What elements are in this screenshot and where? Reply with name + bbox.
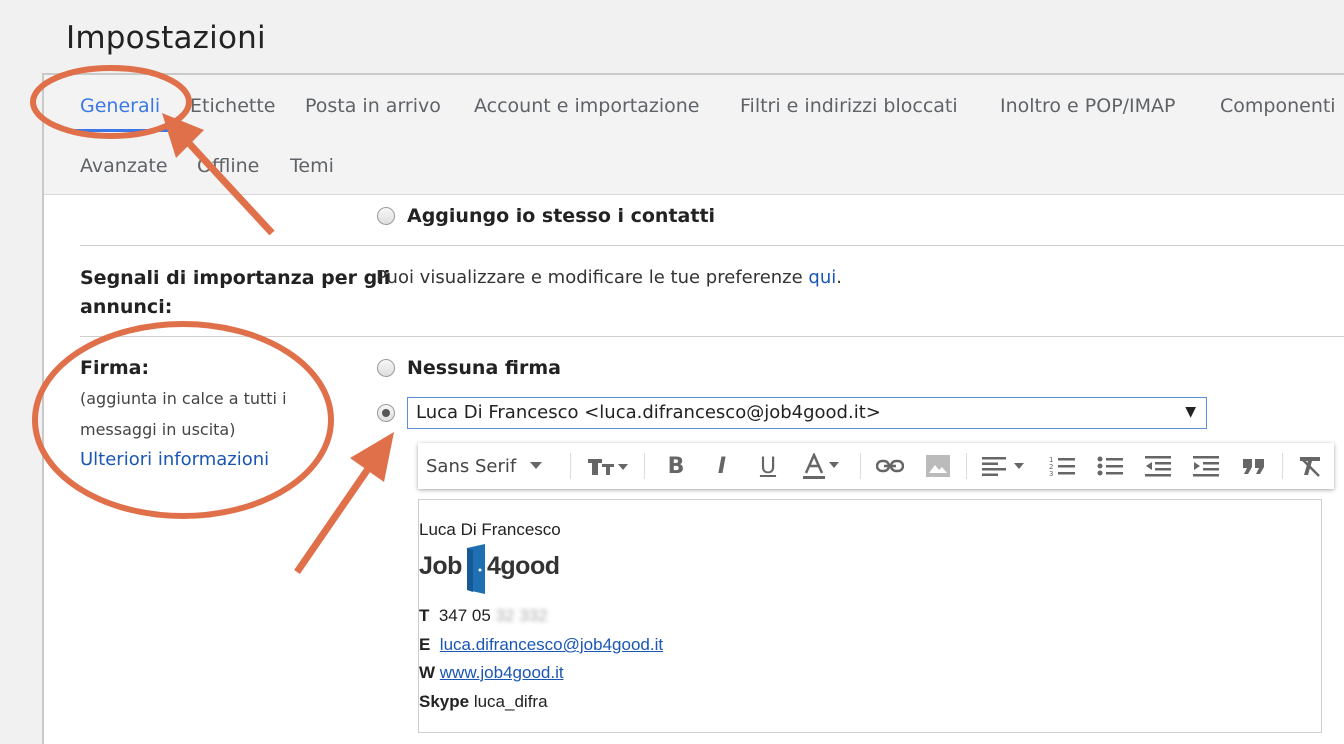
bulleted-list-icon[interactable] <box>1088 443 1132 489</box>
ads-description: Puoi visualizzare e modificare le tue pr… <box>376 267 842 288</box>
email-label: E <box>419 635 431 654</box>
tab-offline[interactable]: Offline <box>197 155 259 177</box>
divider <box>80 336 1344 337</box>
tab-etichette[interactable]: Etichette <box>190 95 276 117</box>
image-icon[interactable] <box>916 443 960 489</box>
numbered-list-icon[interactable]: 123 <box>1040 443 1084 489</box>
font-size-icon-glyph <box>588 459 628 475</box>
tab-componenti[interactable]: Componenti <box>1220 95 1336 117</box>
toolbar-separator <box>1282 453 1283 479</box>
signature-desc-line2: messaggi in uscita) <box>80 420 236 439</box>
indent-more-icon[interactable] <box>1184 443 1228 489</box>
chevron-down-icon <box>530 462 543 469</box>
remove-formatting-icon[interactable] <box>1288 443 1332 489</box>
tab-generali[interactable]: Generali <box>80 95 160 117</box>
remove-formatting-icon-glyph <box>1300 457 1320 477</box>
page-title: Impostazioni <box>66 20 266 56</box>
text-color-icon[interactable] <box>792 443 854 489</box>
indent-less-icon[interactable] <box>1136 443 1180 489</box>
quote-icon[interactable] <box>1232 443 1276 489</box>
signature-web: W www.job4good.it <box>419 663 564 683</box>
signature-desc-line1: (aggiunta in calce a tutti i <box>80 389 287 408</box>
signature-email: E luca.difrancesco@job4good.it <box>419 635 663 655</box>
email-link[interactable]: luca.difrancesco@job4good.it <box>440 635 663 654</box>
numbered-list-icon-glyph: 123 <box>1049 456 1075 477</box>
font-family-dropdown[interactable]: Sans Serif <box>426 443 566 489</box>
ads-label-line2: annunci: <box>80 296 173 318</box>
skype-label: Skype <box>419 692 470 711</box>
signature-account-radio[interactable] <box>377 404 395 422</box>
bold-icon[interactable]: B <box>654 443 698 489</box>
skype-value: luca_difra <box>473 692 548 711</box>
no-signature-label: Nessuna firma <box>407 357 561 379</box>
toolbar-separator <box>644 453 645 479</box>
active-tab-indicator <box>68 129 168 132</box>
web-link[interactable]: www.job4good.it <box>440 663 564 682</box>
align-icon[interactable] <box>974 443 1036 489</box>
tab-account-importazione[interactable]: Account e importazione <box>474 95 699 117</box>
web-label: W <box>419 663 436 682</box>
signature-name: Luca Di Francesco <box>419 520 561 539</box>
italic-icon[interactable]: I <box>700 443 744 489</box>
ads-suffix: . <box>836 267 842 288</box>
contacts-manual-label: Aggiungo io stesso i contatti <box>407 205 716 227</box>
no-signature-radio[interactable] <box>377 359 395 377</box>
signature-label: Firma: <box>80 357 150 379</box>
contacts-manual-radio[interactable] <box>377 207 395 225</box>
font-family-label: Sans Serif <box>426 455 517 477</box>
align-icon-glyph <box>982 457 1024 476</box>
indent-more-icon-glyph <box>1193 456 1219 477</box>
tab-temi[interactable]: Temi <box>290 155 334 177</box>
phone-blurred: 32 332 <box>490 606 548 625</box>
toolbar-separator <box>966 453 967 479</box>
link-icon[interactable] <box>868 443 912 489</box>
toolbar-separator <box>860 453 861 479</box>
chevron-down-icon: ▼ <box>1185 404 1196 420</box>
tabs-bar: Generali Etichette Posta in arrivo Accou… <box>44 75 1344 195</box>
logo-text-right: 4good <box>487 552 560 580</box>
selected-account: Luca Di Francesco <luca.difrancesco@job4… <box>416 402 881 423</box>
ads-text: Puoi visualizzare e modificare le tue pr… <box>376 267 809 288</box>
bulleted-list-icon-glyph <box>1097 456 1123 476</box>
svg-text:3: 3 <box>1049 470 1053 477</box>
quote-icon-glyph <box>1243 459 1264 474</box>
text-color-icon-glyph <box>803 453 839 479</box>
link-icon-glyph <box>876 459 904 473</box>
logo-text-left: Job <box>419 552 462 580</box>
formatting-toolbar: Sans Serif B I U 123 <box>418 443 1334 489</box>
underline-icon[interactable]: U <box>746 443 790 489</box>
phone-label: T <box>419 606 430 625</box>
signature-account-select[interactable]: Luca Di Francesco <luca.difrancesco@job4… <box>407 397 1207 429</box>
indent-less-icon-glyph <box>1145 456 1171 477</box>
job4good-logo: Job 4good <box>419 544 579 596</box>
divider <box>80 245 1344 246</box>
settings-panel: Generali Etichette Posta in arrivo Accou… <box>42 73 1344 744</box>
tab-filtri[interactable]: Filtri e indirizzi bloccati <box>740 95 958 117</box>
signature-skype: Skype luca_difra <box>419 692 548 712</box>
image-icon-glyph <box>926 455 950 477</box>
tab-posta-in-arrivo[interactable]: Posta in arrivo <box>305 95 441 117</box>
signature-editor[interactable]: Luca Di Francesco Job 4good T 347 05 32 … <box>418 499 1322 733</box>
signature-phone: T 347 05 32 332 <box>419 606 548 626</box>
ads-label-line1: Segnali di importanza per gli <box>80 267 391 289</box>
phone-value: 347 05 <box>438 606 491 625</box>
tab-inoltro-pop-imap[interactable]: Inoltro e POP/IMAP <box>1000 95 1176 117</box>
font-size-icon[interactable] <box>578 443 638 489</box>
tab-avanzate[interactable]: Avanzate <box>80 155 168 177</box>
ads-link[interactable]: qui <box>808 267 836 288</box>
toolbar-separator <box>570 453 571 479</box>
signature-more-info-link[interactable]: Ulteriori informazioni <box>80 449 269 470</box>
